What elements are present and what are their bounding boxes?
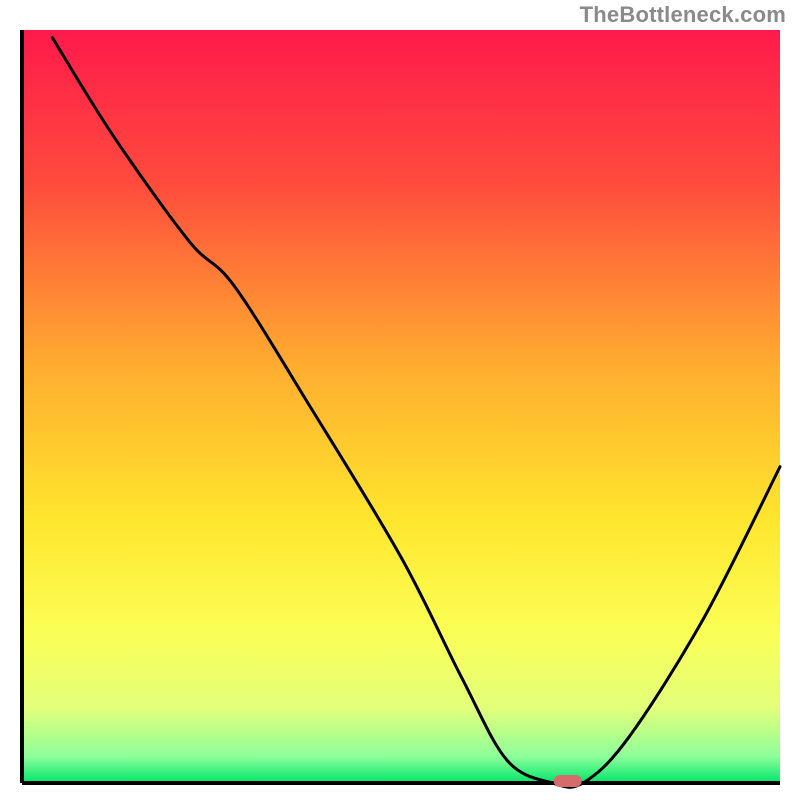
plot-background xyxy=(22,30,780,783)
bottleneck-chart xyxy=(0,0,800,800)
optimal-marker xyxy=(554,775,582,787)
chart-frame: TheBottleneck.com xyxy=(0,0,800,800)
